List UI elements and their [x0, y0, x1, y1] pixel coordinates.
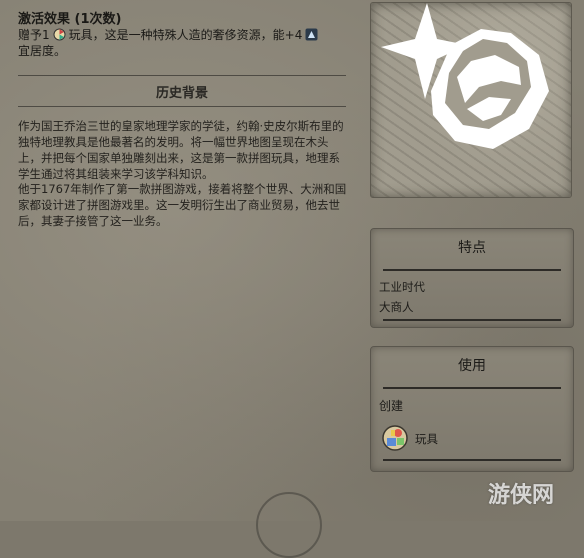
trait-item: 大商人 [379, 300, 414, 314]
history-heading: 历史背景 [18, 75, 346, 107]
toy-icon [381, 423, 409, 455]
effect-title: 激活效果 (1次数) [18, 12, 122, 27]
effect-grant-prefix: 赠予1 [18, 28, 50, 42]
compass-icon [256, 492, 322, 558]
amenity-icon [305, 28, 318, 41]
history-paragraph-1: 作为国王乔治三世的皇家地理学家的学徒，约翰·史皮尔斯布里的独特地理教具是他最著名… [18, 119, 344, 181]
gem-sparkle-icon [381, 3, 549, 149]
traits-divider-top [383, 269, 561, 271]
effect-grant-item: 玩具，这是一种特殊人造的奢侈资源，能+4 [68, 28, 303, 42]
toy-icon [53, 28, 66, 41]
effect-description: 赠予1 玩具，这是一种特殊人造的奢侈资源，能+4 [18, 26, 318, 43]
traits-title: 特点 [458, 240, 486, 256]
toy-label: 玩具 [415, 432, 438, 446]
create-label: 创建 [379, 399, 404, 413]
great-work-portrait [370, 2, 572, 198]
traits-divider-bottom [383, 319, 561, 321]
usage-title: 使用 [458, 358, 486, 374]
usage-panel: 使用 创建 玩具 [370, 346, 574, 472]
usage-divider-bottom [383, 459, 561, 461]
watermark: 游侠网 [488, 482, 555, 508]
trait-item: 工业时代 [379, 280, 425, 294]
effect-description-line2: 宜居度。 [18, 44, 67, 58]
history-paragraph-2: 他于1767年制作了第一款拼图游戏，接着将整个世界、大洲和国家都设计进了拼图游戏… [18, 182, 347, 228]
traits-panel: 特点 工业时代 大商人 [370, 228, 574, 328]
usage-divider-top [383, 387, 561, 389]
created-item-toy[interactable]: 玩具 [381, 423, 438, 455]
